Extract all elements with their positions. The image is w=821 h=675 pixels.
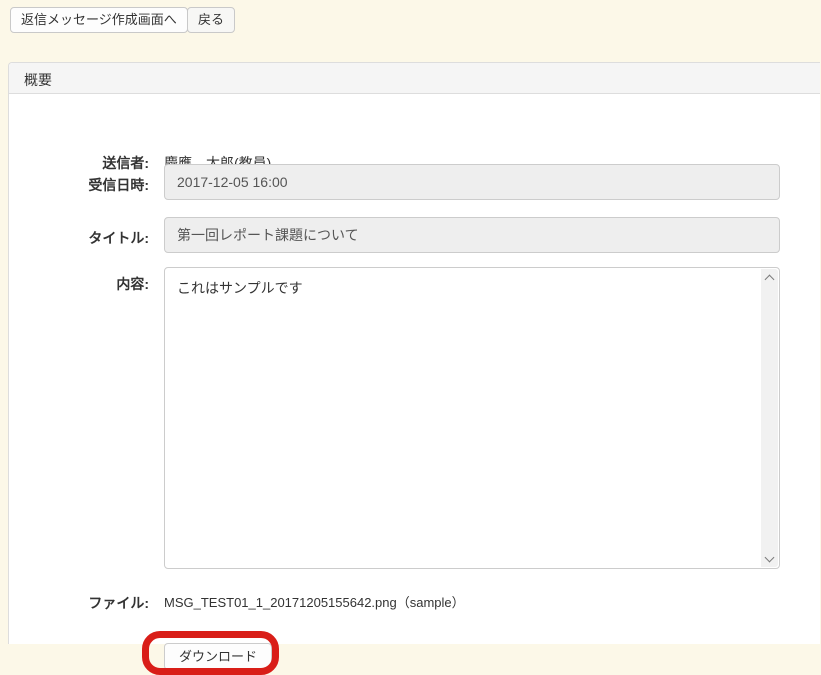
panel-header: 概要 (9, 63, 820, 94)
file-label: ファイル: (9, 593, 149, 613)
reply-message-button[interactable]: 返信メッセージ作成画面へ (10, 7, 188, 33)
scroll-down-icon[interactable] (761, 550, 778, 567)
scroll-up-icon[interactable] (761, 269, 778, 286)
panel-body: 送信者: 慶應 太郎(教員) 受信日時: タイトル: 内容: これはサンプルです… (9, 94, 820, 645)
content-text: これはサンプルです (177, 278, 749, 298)
attached-file-name: MSG_TEST01_1_20171205155642.png（sample） (164, 592, 465, 611)
download-button[interactable]: ダウンロード (164, 643, 272, 670)
textarea-scrollbar[interactable] (761, 269, 778, 567)
sender-label: 送信者: (9, 153, 149, 173)
received-datetime-label: 受信日時: (9, 175, 149, 195)
title-input[interactable] (164, 217, 780, 253)
title-label: タイトル: (9, 228, 149, 248)
content-label: 内容: (9, 274, 149, 294)
summary-panel: 概要 送信者: 慶應 太郎(教員) 受信日時: タイトル: 内容: これはサンプ… (8, 62, 820, 644)
content-textarea[interactable]: これはサンプルです (164, 267, 780, 569)
back-button[interactable]: 戻る (187, 7, 235, 33)
received-datetime-input[interactable] (164, 164, 780, 200)
